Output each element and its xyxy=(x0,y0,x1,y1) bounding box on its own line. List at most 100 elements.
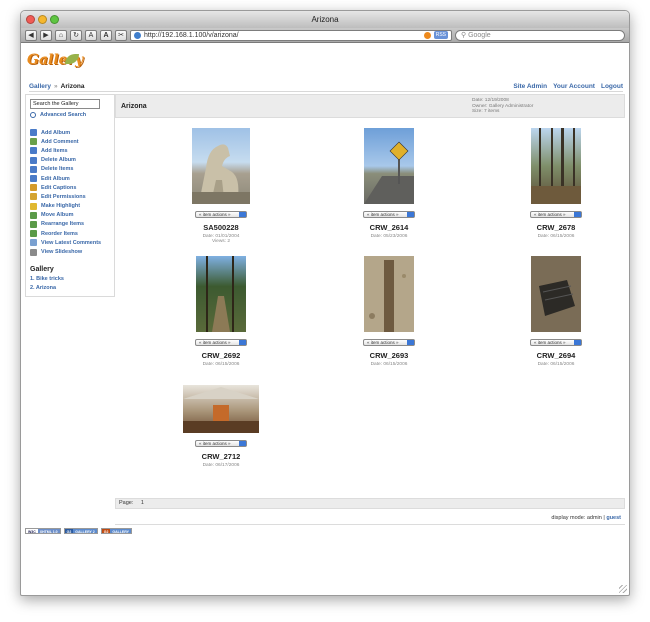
sidebar-action-view-latest-comments[interactable]: View Latest Comments xyxy=(30,238,110,247)
reload-button[interactable]: ↻ xyxy=(70,29,82,41)
sidebar-action-make-highlight[interactable]: Make Highlight xyxy=(30,202,110,211)
zoom-window-button[interactable] xyxy=(50,15,59,24)
item-thumbnail[interactable] xyxy=(531,128,581,204)
close-window-button[interactable] xyxy=(26,15,35,24)
item-thumbnail[interactable] xyxy=(364,256,414,332)
feed-icon[interactable] xyxy=(423,31,431,39)
gallery-logo[interactable]: Gallery xyxy=(27,52,83,68)
your-account-link[interactable]: Your Account xyxy=(553,83,595,90)
gallery2-badge[interactable]: G2 GALLERY 2 xyxy=(63,528,98,534)
site-admin-link[interactable]: Site Admin xyxy=(513,83,547,90)
badge-right: GALLERY xyxy=(110,529,131,534)
sidebar-action-add-album[interactable]: Add Album xyxy=(30,128,110,137)
item-actions-select[interactable]: « item actions » xyxy=(195,211,247,218)
home-icon: ⌂ xyxy=(58,31,64,39)
item-title[interactable]: CRW_2692 xyxy=(171,351,271,360)
breadcrumb-separator: » xyxy=(54,82,58,90)
item-thumbnail[interactable] xyxy=(364,128,414,204)
logout-link[interactable]: Logout xyxy=(601,83,623,90)
item-actions-select[interactable]: « item actions » xyxy=(363,339,415,346)
advanced-search-link[interactable]: Advanced Search xyxy=(30,112,110,118)
sidebar-action-edit-permissions[interactable]: Edit Permissions xyxy=(30,192,110,201)
rss-badge[interactable]: RSS xyxy=(433,31,448,39)
sidebar-action-delete-album[interactable]: Delete Album xyxy=(30,156,110,165)
magnifier-icon xyxy=(30,112,36,118)
browser-toolbar: ◀ ▶ ⌂ ↻ A A ✂ http://192.168.1.100/v/ari… xyxy=(21,28,629,43)
road-sign-photo xyxy=(364,141,414,204)
item-thumbnail[interactable] xyxy=(196,256,246,332)
home-button[interactable]: ⌂ xyxy=(55,29,67,41)
dropdown-arrow-icon xyxy=(407,212,414,217)
browser-search-input[interactable]: ⚲ Google xyxy=(455,29,625,41)
item-actions-select[interactable]: « item actions » xyxy=(530,211,582,218)
album-link-arizona[interactable]: 2. Arizona xyxy=(30,285,110,294)
item-title[interactable]: CRW_2694 xyxy=(506,351,606,360)
resize-grip[interactable] xyxy=(619,585,627,593)
breadcrumb-current: Arizona xyxy=(60,82,85,90)
item-actions-select[interactable]: « item actions » xyxy=(530,339,582,346)
text-smaller-button[interactable]: A xyxy=(85,29,97,41)
item-actions-select[interactable]: « item actions » xyxy=(195,440,247,447)
item-title[interactable]: SA500228 xyxy=(171,223,271,232)
sidebar-action-rearrange-items[interactable]: Rearrange Items xyxy=(30,220,110,229)
sidebar-action-label: View Slideshow xyxy=(41,249,83,256)
item-title[interactable]: CRW_2614 xyxy=(339,223,439,232)
item-date: Date: 06/15/2006 xyxy=(537,234,575,239)
sidebar-action-label: Add Items xyxy=(41,147,68,154)
item-date: Date: 05/23/2006 xyxy=(370,234,408,239)
gallery-orange-badge[interactable]: G2 GALLERY xyxy=(100,528,132,534)
current-page[interactable]: 1 xyxy=(141,500,144,506)
sidebar-action-delete-items[interactable]: Delete Items xyxy=(30,165,110,174)
item-actions-label: « item actions » xyxy=(367,212,399,217)
dropdown-arrow-icon xyxy=(239,212,246,217)
sidebar-action-edit-album[interactable]: Edit Album xyxy=(30,174,110,183)
sidebar-action-label: Move Album xyxy=(41,212,74,219)
dropdown-arrow-icon xyxy=(574,340,581,345)
sidebar-action-edit-captions[interactable]: Edit Captions xyxy=(30,183,110,192)
minimize-window-button[interactable] xyxy=(38,15,47,24)
reload-icon: ↻ xyxy=(73,31,79,39)
dropdown-arrow-icon xyxy=(239,441,246,446)
sidebar-action-label: Add Comment xyxy=(41,138,79,145)
album-link-bike-tricks[interactable]: 1. Bike tricks xyxy=(30,276,110,285)
browser-window: Arizona ◀ ▶ ⌂ ↻ A A ✂ http://192.168.1.1… xyxy=(20,10,630,596)
breadcrumb-root[interactable]: Gallery xyxy=(29,83,51,90)
sidebar-action-reorder-items[interactable]: Reorder Items xyxy=(30,229,110,238)
sidebar-action-label: Add Album xyxy=(41,129,71,136)
pager: Page: 1 xyxy=(115,498,625,509)
back-button[interactable]: ◀ xyxy=(25,29,37,41)
add-items-icon xyxy=(30,147,37,155)
gallery-item: « item actions » CRW_2692 Date: 06/15/20… xyxy=(171,256,271,367)
dropdown-arrow-icon xyxy=(407,340,414,345)
wooden-post-photo xyxy=(369,260,406,332)
sidebar-action-add-items[interactable]: Add Items xyxy=(30,146,110,155)
sidebar-action-label: Reorder Items xyxy=(41,230,78,237)
sidebar-action-view-slideshow[interactable]: View Slideshow xyxy=(30,247,110,256)
sidebar-action-add-comment[interactable]: Add Comment xyxy=(30,137,110,146)
interior-room-photo xyxy=(183,387,259,433)
item-actions-select[interactable]: « item actions » xyxy=(195,339,247,346)
add-album-icon xyxy=(30,129,37,137)
item-thumbnail[interactable] xyxy=(192,128,250,204)
address-bar[interactable]: http://192.168.1.100/v/arizona/ RSS xyxy=(130,29,452,41)
bookmark-icon: ✂ xyxy=(118,31,124,39)
sidebar-action-label: Make Highlight xyxy=(41,203,81,210)
item-date: Date: 06/15/2006 xyxy=(202,362,240,367)
item-date: Date: 06/15/2006 xyxy=(537,362,575,367)
item-actions-select[interactable]: « item actions » xyxy=(363,211,415,218)
guest-mode-link[interactable]: guest xyxy=(606,515,621,521)
item-thumbnail[interactable] xyxy=(183,385,259,433)
item-title[interactable]: CRW_2693 xyxy=(339,351,439,360)
sidebar-action-move-album[interactable]: Move Album xyxy=(30,211,110,220)
gallery-search-input[interactable]: Search the Gallery xyxy=(30,99,100,109)
sidebar: Search the Gallery Advanced Search Add A… xyxy=(25,94,115,297)
item-thumbnail[interactable] xyxy=(531,256,581,332)
url-text: http://192.168.1.100/v/arizona/ xyxy=(144,31,239,39)
album-info: Date: 12/19/2008 Owner: Gallery Administ… xyxy=(472,98,533,115)
item-title[interactable]: CRW_2712 xyxy=(171,452,271,461)
forward-button[interactable]: ▶ xyxy=(40,29,52,41)
w3c-badge[interactable]: W3C XHTML 1.0 xyxy=(25,528,61,534)
text-larger-button[interactable]: A xyxy=(100,29,112,41)
bookmark-button[interactable]: ✂ xyxy=(115,29,127,41)
item-title[interactable]: CRW_2678 xyxy=(506,223,606,232)
